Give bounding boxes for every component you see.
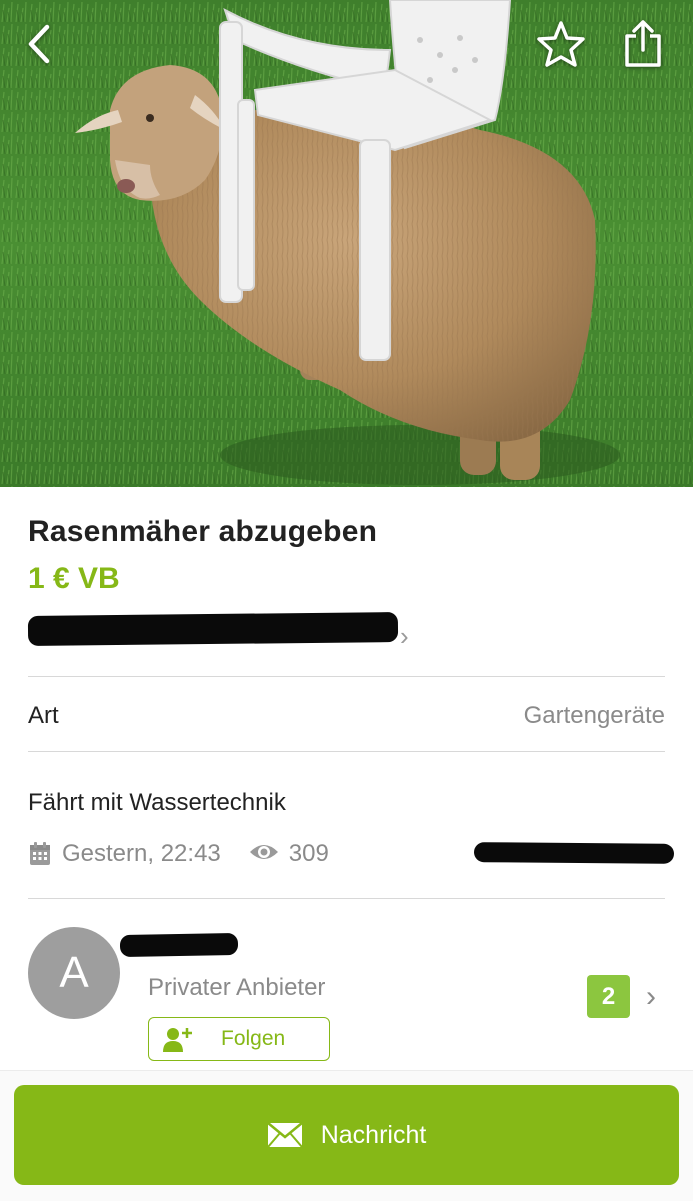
seller-type: Privater Anbieter xyxy=(148,974,326,1001)
listing-meta: Gestern, 22:43 309 xyxy=(28,839,329,869)
listing-price: 1 € VB xyxy=(28,562,120,595)
listing-photo[interactable] xyxy=(0,0,693,487)
follow-button[interactable]: Folgen xyxy=(148,1017,330,1061)
category-label: Art xyxy=(28,702,59,729)
eye-icon xyxy=(249,841,281,867)
category-value: Gartengeräte xyxy=(523,702,665,729)
divider xyxy=(28,676,665,677)
message-label: Nachricht xyxy=(320,1120,427,1149)
posted-time: Gestern, 22:43 xyxy=(62,840,221,867)
divider xyxy=(28,898,665,899)
share-button[interactable] xyxy=(615,16,671,72)
avatar: A xyxy=(28,927,120,1019)
star-outline-icon xyxy=(537,21,585,67)
calendar-icon xyxy=(28,841,54,867)
favorite-button[interactable] xyxy=(533,16,589,72)
chevron-right-icon: › xyxy=(646,980,656,1013)
back-button[interactable] xyxy=(12,16,68,72)
view-count: 309 xyxy=(288,840,329,867)
redacted-id xyxy=(473,842,675,864)
listing-count-badge: 2 xyxy=(587,975,630,1018)
message-button[interactable]: Nachricht xyxy=(14,1085,679,1185)
sheep-with-chair-photo xyxy=(0,0,693,487)
chevron-left-icon xyxy=(28,24,50,64)
listing-description: Fährt mit Wassertechnik xyxy=(28,789,286,816)
listing-title: Rasenmäher abzugeben xyxy=(28,515,378,548)
share-icon xyxy=(625,20,661,67)
redacted-location xyxy=(27,612,399,646)
follow-label: Folgen xyxy=(221,1027,286,1050)
redacted-seller-name xyxy=(119,932,239,958)
chevron-right-icon: › xyxy=(400,621,409,651)
divider xyxy=(28,751,665,752)
envelope-icon xyxy=(266,1122,303,1148)
person-add-icon xyxy=(163,1026,193,1052)
